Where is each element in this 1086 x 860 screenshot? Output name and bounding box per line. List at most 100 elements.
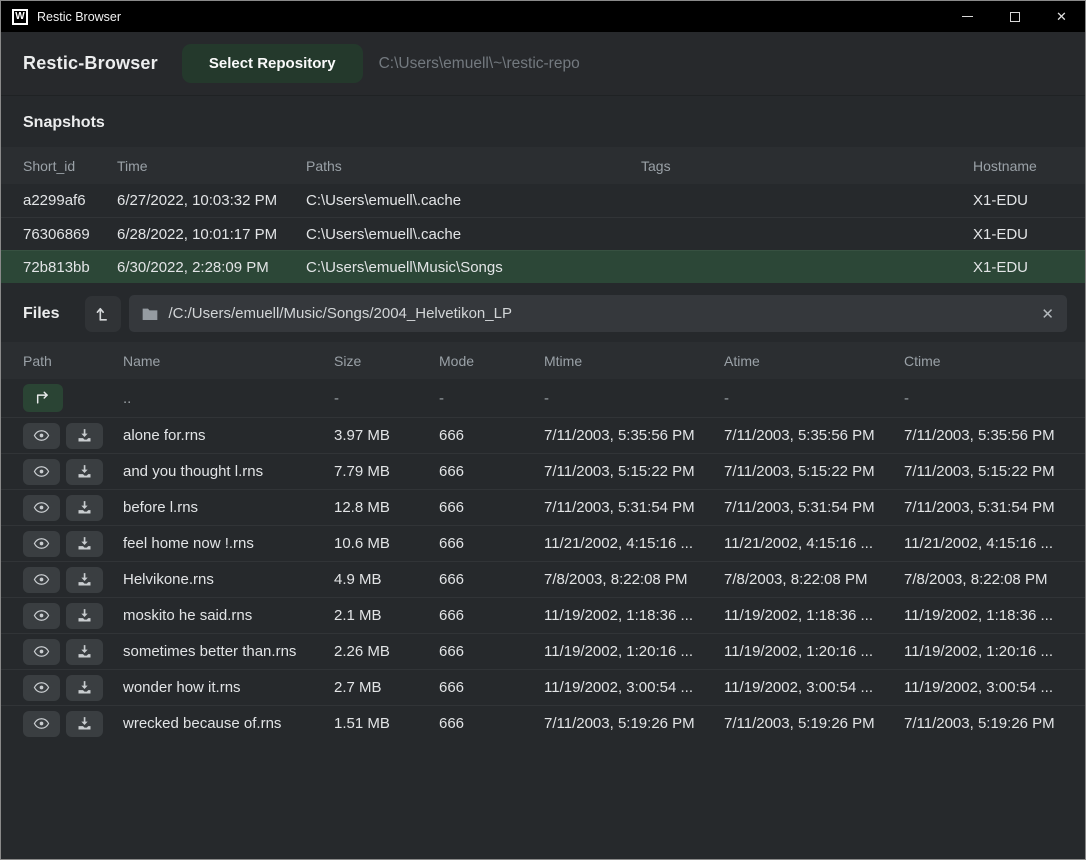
snapshot-hostname: X1-EDU bbox=[973, 259, 1072, 276]
file-atime: 7/11/2003, 5:15:22 PM bbox=[724, 463, 904, 480]
file-mtime: 11/19/2002, 1:18:36 ... bbox=[544, 607, 724, 624]
parent-dir-mode: - bbox=[439, 390, 544, 407]
file-size: 1.51 MB bbox=[334, 715, 439, 732]
preview-button[interactable] bbox=[23, 423, 60, 449]
file-mode: 666 bbox=[439, 499, 544, 516]
download-button[interactable] bbox=[66, 675, 103, 701]
maximize-button[interactable] bbox=[991, 1, 1038, 32]
file-row: Helvikone.rns 4.9 MB 666 7/8/2003, 8:22:… bbox=[1, 561, 1085, 597]
download-button[interactable] bbox=[66, 567, 103, 593]
eye-icon bbox=[33, 681, 50, 694]
files-table-body: .. - - - - - bbox=[1, 379, 1085, 741]
file-mtime: 7/8/2003, 8:22:08 PM bbox=[544, 571, 724, 588]
preview-button[interactable] bbox=[23, 639, 60, 665]
download-button[interactable] bbox=[66, 423, 103, 449]
eye-icon bbox=[33, 537, 50, 550]
snapshot-row[interactable]: 72b813bb 6/30/2022, 2:28:09 PM C:\Users\… bbox=[1, 250, 1085, 283]
window-controls: ✕ bbox=[944, 1, 1085, 32]
file-atime: 11/19/2002, 1:18:36 ... bbox=[724, 607, 904, 624]
snapshot-time: 6/28/2022, 10:01:17 PM bbox=[117, 226, 306, 243]
col-hostname: Hostname bbox=[973, 158, 1072, 174]
snapshot-paths: C:\Users\emuell\Music\Songs bbox=[306, 259, 641, 276]
download-button[interactable] bbox=[66, 495, 103, 521]
file-ctime: 11/19/2002, 1:18:36 ... bbox=[904, 607, 1072, 624]
preview-button[interactable] bbox=[23, 711, 60, 737]
file-mode: 666 bbox=[439, 679, 544, 696]
download-button[interactable] bbox=[66, 639, 103, 665]
path-input[interactable] bbox=[168, 305, 1033, 322]
eye-icon bbox=[33, 465, 50, 478]
snapshot-row[interactable]: a2299af6 6/27/2022, 10:03:32 PM C:\Users… bbox=[1, 184, 1085, 217]
eye-icon bbox=[33, 501, 50, 514]
file-atime: 7/8/2003, 8:22:08 PM bbox=[724, 571, 904, 588]
download-button[interactable] bbox=[66, 459, 103, 485]
preview-button[interactable] bbox=[23, 567, 60, 593]
download-button[interactable] bbox=[66, 531, 103, 557]
parent-dir-atime: - bbox=[724, 390, 904, 407]
file-size: 12.8 MB bbox=[334, 499, 439, 516]
file-size: 2.26 MB bbox=[334, 643, 439, 660]
file-row: feel home now !.rns 10.6 MB 666 11/21/20… bbox=[1, 525, 1085, 561]
download-icon bbox=[77, 428, 92, 443]
snapshot-time: 6/27/2022, 10:03:32 PM bbox=[117, 192, 306, 209]
window-title: Restic Browser bbox=[37, 10, 121, 24]
col-atime: Atime bbox=[724, 353, 904, 369]
col-tags: Tags bbox=[641, 158, 973, 174]
close-button[interactable]: ✕ bbox=[1038, 1, 1085, 32]
empty-area bbox=[1, 741, 1085, 859]
file-ctime: 7/11/2003, 5:35:56 PM bbox=[904, 427, 1072, 444]
minimize-button[interactable] bbox=[944, 1, 991, 32]
file-size: 2.1 MB bbox=[334, 607, 439, 624]
preview-button[interactable] bbox=[23, 675, 60, 701]
file-mtime: 7/11/2003, 5:15:22 PM bbox=[544, 463, 724, 480]
col-size: Size bbox=[334, 353, 439, 369]
file-mode: 666 bbox=[439, 463, 544, 480]
snapshot-short-id: 72b813bb bbox=[23, 259, 117, 276]
eye-icon bbox=[33, 717, 50, 730]
file-name: moskito he said.rns bbox=[123, 607, 334, 624]
file-mtime: 7/11/2003, 5:19:26 PM bbox=[544, 715, 724, 732]
preview-button[interactable] bbox=[23, 603, 60, 629]
file-mode: 666 bbox=[439, 427, 544, 444]
download-icon bbox=[77, 500, 92, 515]
file-mode: 666 bbox=[439, 535, 544, 552]
go-up-button[interactable] bbox=[23, 384, 63, 412]
file-mode: 666 bbox=[439, 607, 544, 624]
download-button[interactable] bbox=[66, 603, 103, 629]
col-mtime: Mtime bbox=[544, 353, 724, 369]
clear-icon: ✕ bbox=[1041, 306, 1054, 323]
preview-button[interactable] bbox=[23, 495, 60, 521]
file-mode: 666 bbox=[439, 643, 544, 660]
download-icon bbox=[77, 644, 92, 659]
preview-button[interactable] bbox=[23, 459, 60, 485]
eye-icon bbox=[33, 573, 50, 586]
go-to-root-button[interactable] bbox=[85, 296, 121, 332]
clear-path-button[interactable]: ✕ bbox=[1033, 305, 1054, 323]
snapshot-row[interactable]: 76306869 6/28/2022, 10:01:17 PM C:\Users… bbox=[1, 217, 1085, 250]
preview-button[interactable] bbox=[23, 531, 60, 557]
file-mode: 666 bbox=[439, 715, 544, 732]
file-row: sometimes better than.rns 2.26 MB 666 11… bbox=[1, 633, 1085, 669]
file-row: wrecked because of.rns 1.51 MB 666 7/11/… bbox=[1, 705, 1085, 741]
minimize-icon bbox=[962, 16, 973, 17]
col-mode: Mode bbox=[439, 353, 544, 369]
snapshot-short-id: 76306869 bbox=[23, 226, 117, 243]
file-row: wonder how it.rns 2.7 MB 666 11/19/2002,… bbox=[1, 669, 1085, 705]
col-time: Time bbox=[117, 158, 306, 174]
file-row: moskito he said.rns 2.1 MB 666 11/19/200… bbox=[1, 597, 1085, 633]
snapshots-section-title: Snapshots bbox=[1, 96, 1085, 147]
maximize-icon bbox=[1010, 12, 1020, 22]
file-mode: 666 bbox=[439, 571, 544, 588]
snapshots-table-header: Short_id Time Paths Tags Hostname bbox=[1, 147, 1085, 184]
file-name: feel home now !.rns bbox=[123, 535, 334, 552]
file-ctime: 11/19/2002, 1:20:16 ... bbox=[904, 643, 1072, 660]
parent-dir-mtime: - bbox=[544, 390, 724, 407]
select-repository-button[interactable]: Select Repository bbox=[182, 44, 363, 83]
download-button[interactable] bbox=[66, 711, 103, 737]
col-name: Name bbox=[123, 353, 334, 369]
current-path-bar: ✕ bbox=[129, 295, 1067, 332]
file-atime: 11/19/2002, 3:00:54 ... bbox=[724, 679, 904, 696]
app-title: Restic-Browser bbox=[23, 53, 158, 74]
file-name: wonder how it.rns bbox=[123, 679, 334, 696]
col-ctime: Ctime bbox=[904, 353, 1072, 369]
